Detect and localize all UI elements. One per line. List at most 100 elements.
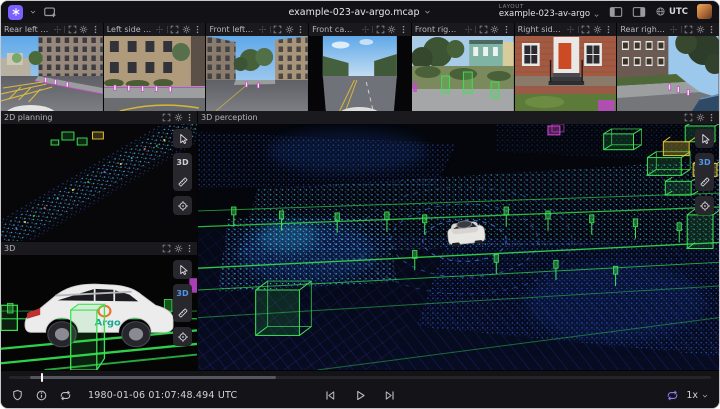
- model3d-viewport[interactable]: Argo: [1, 255, 197, 370]
- toggle-3d-button[interactable]: 3D: [173, 153, 192, 172]
- gear-icon[interactable]: [593, 25, 602, 34]
- add-panel-icon[interactable]: [43, 5, 57, 19]
- event-shield-icon[interactable]: [11, 389, 24, 402]
- kebab-menu-icon[interactable]: [707, 113, 716, 122]
- timezone-button[interactable]: UTC: [655, 6, 688, 17]
- panel-header[interactable]: Front left camera: [206, 23, 309, 36]
- crosshair-icon[interactable]: [258, 25, 267, 34]
- kebab-menu-icon[interactable]: [185, 113, 194, 122]
- playback-speed-selector[interactable]: 1x: [686, 390, 709, 401]
- front-camera-image[interactable]: [309, 36, 411, 111]
- select-tool-button[interactable]: [173, 129, 192, 148]
- panel-title: 3D: [4, 244, 16, 253]
- ruler-icon: [699, 176, 711, 188]
- planning-viewport[interactable]: [1, 124, 197, 241]
- rear-left-camera-image[interactable]: [1, 36, 103, 111]
- crosshair-icon[interactable]: [361, 25, 370, 34]
- fullscreen-icon[interactable]: [162, 244, 171, 253]
- fullscreen-icon[interactable]: [581, 25, 590, 34]
- toggle-3d-button[interactable]: 3D: [173, 284, 192, 303]
- panel-header[interactable]: Rear left camera: [1, 23, 103, 36]
- timeline-scrubber[interactable]: [1, 371, 719, 383]
- rear-right-camera-image[interactable]: [617, 36, 719, 111]
- right-sidebar-toggle-icon[interactable]: [632, 5, 646, 19]
- layout-chevron-icon: [593, 12, 600, 19]
- fullscreen-icon[interactable]: [162, 113, 171, 122]
- panel-header[interactable]: 2D planning: [1, 111, 197, 124]
- measure-tool-button[interactable]: [173, 303, 192, 322]
- data-source-title[interactable]: example-023-av-argo.mcap: [288, 1, 431, 23]
- gear-icon[interactable]: [490, 25, 499, 34]
- crosshair-icon[interactable]: [155, 25, 164, 34]
- front-right-camera-image[interactable]: [411, 36, 514, 111]
- left-sidebar-toggle-icon[interactable]: [609, 5, 623, 19]
- kebab-menu-icon[interactable]: [91, 25, 100, 34]
- follow-mode-button[interactable]: [695, 196, 714, 215]
- view-tool-group: 3D: [173, 284, 192, 322]
- gear-icon[interactable]: [79, 25, 88, 34]
- kebab-menu-icon[interactable]: [707, 25, 716, 34]
- follow-mode-button[interactable]: [173, 327, 192, 346]
- panel-header[interactable]: Front camera: [309, 23, 411, 36]
- select-tool-button[interactable]: [695, 129, 714, 148]
- left-controls: 1980-01-06 01:07:48.494 UTC: [11, 389, 237, 402]
- panel-header[interactable]: 3D: [1, 242, 197, 255]
- select-tool-button[interactable]: [173, 260, 192, 279]
- crosshair-icon[interactable]: [53, 25, 62, 34]
- kebab-menu-icon[interactable]: [185, 244, 194, 253]
- fullscreen-icon[interactable]: [273, 25, 282, 34]
- fullscreen-icon[interactable]: [68, 25, 77, 34]
- panel-header[interactable]: Right side camera: [514, 23, 617, 36]
- crosshair-icon[interactable]: [566, 25, 575, 34]
- seek-backward-icon[interactable]: [324, 389, 337, 402]
- gear-icon[interactable]: [174, 113, 183, 122]
- kebab-menu-icon[interactable]: [296, 25, 305, 34]
- follow-mode-button[interactable]: [173, 196, 192, 215]
- kebab-menu-icon[interactable]: [399, 25, 408, 34]
- panel-header[interactable]: 3D perception: [198, 111, 719, 124]
- front-left-camera-image[interactable]: [206, 36, 309, 111]
- toggle-3d-button[interactable]: 3D: [695, 153, 714, 172]
- right-side-camera-image[interactable]: [514, 36, 617, 111]
- play-icon[interactable]: [354, 389, 367, 402]
- left-column: 2D planning 3D 3D Argo 3D: [1, 111, 197, 370]
- fullscreen-icon[interactable]: [684, 25, 693, 34]
- fullscreen-icon[interactable]: [479, 25, 488, 34]
- repeat-icon[interactable]: [59, 389, 72, 402]
- layout-selector[interactable]: LAYOUT example-023-av-argo: [499, 4, 600, 20]
- app-logo-button[interactable]: [8, 4, 23, 20]
- panel-header[interactable]: Front right camera: [411, 23, 514, 36]
- fullscreen-icon[interactable]: [684, 113, 693, 122]
- loop-icon[interactable]: [666, 389, 679, 402]
- car-logo-text: Argo: [95, 318, 121, 328]
- kebab-menu-icon[interactable]: [502, 25, 511, 34]
- perception-viewport[interactable]: [198, 124, 719, 370]
- gear-icon[interactable]: [174, 244, 183, 253]
- info-icon[interactable]: [35, 389, 48, 402]
- layout-name: example-023-av-argo: [498, 9, 591, 20]
- fullscreen-icon[interactable]: [170, 25, 179, 34]
- user-avatar[interactable]: [697, 4, 712, 20]
- crosshair-icon[interactable]: [669, 25, 678, 34]
- left-side-camera-image[interactable]: [103, 36, 206, 111]
- seek-forward-icon[interactable]: [384, 389, 397, 402]
- crosshair-icon[interactable]: [464, 25, 473, 34]
- measure-tool-button[interactable]: [695, 172, 714, 191]
- timezone-label: UTC: [669, 6, 688, 17]
- gear-icon[interactable]: [285, 25, 294, 34]
- measure-tool-button[interactable]: [173, 172, 192, 191]
- gear-icon[interactable]: [182, 25, 191, 34]
- panel-header[interactable]: Left side camera: [103, 23, 206, 36]
- fullscreen-icon[interactable]: [376, 25, 385, 34]
- kebab-menu-icon[interactable]: [604, 25, 613, 34]
- view-tool-group: 3D: [173, 153, 192, 191]
- kebab-menu-icon[interactable]: [193, 25, 202, 34]
- cursor-icon: [177, 133, 189, 145]
- app-menu-chevron-icon[interactable]: [29, 8, 37, 16]
- playhead[interactable]: [40, 372, 43, 382]
- gear-icon[interactable]: [696, 25, 705, 34]
- gear-icon[interactable]: [387, 25, 396, 34]
- panel-header[interactable]: Rear right camera: [617, 23, 719, 36]
- gear-icon[interactable]: [696, 113, 705, 122]
- timeline-track[interactable]: [9, 372, 711, 382]
